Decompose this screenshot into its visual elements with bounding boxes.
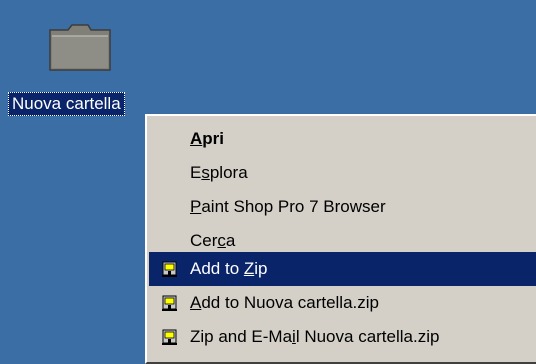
menu-item-label: Add to Zip	[190, 259, 268, 278]
menu-item-add-to-nuova-cartella-zip[interactable]: Add to Nuova cartella.zip	[149, 286, 536, 320]
menu-item-esplora[interactable]: Esplora	[149, 156, 536, 190]
menu-item-label: Zip and E-Mail Nuova cartella.zip	[190, 327, 440, 346]
winzip-icon	[161, 328, 179, 346]
menu-item-paint-shop-pro-browser[interactable]: Paint Shop Pro 7 Browser	[149, 190, 536, 224]
menu-item-label: Cerca	[190, 231, 236, 250]
folder-label[interactable]: Nuova cartella	[8, 92, 125, 116]
menu-item-label: Apri	[190, 129, 225, 148]
menu-item-apri[interactable]: Apri	[149, 122, 536, 156]
context-menu: Apri Esplora Paint Shop Pro 7 Browser Ce…	[145, 114, 536, 364]
menu-item-label: Add to Nuova cartella.zip	[190, 293, 379, 312]
desktop: Nuova cartella Apri Esplora Paint Shop P…	[0, 0, 536, 364]
menu-item-zip-and-email[interactable]: Zip and E-Mail Nuova cartella.zip	[149, 320, 536, 354]
menu-item-label: Paint Shop Pro 7 Browser	[190, 197, 386, 216]
menu-item-label: Esplora	[190, 163, 248, 182]
menu-item-add-to-zip[interactable]: Add to Zip	[149, 252, 536, 286]
winzip-icon	[161, 294, 179, 312]
winzip-icon	[161, 260, 179, 278]
folder-icon[interactable]	[44, 22, 116, 74]
